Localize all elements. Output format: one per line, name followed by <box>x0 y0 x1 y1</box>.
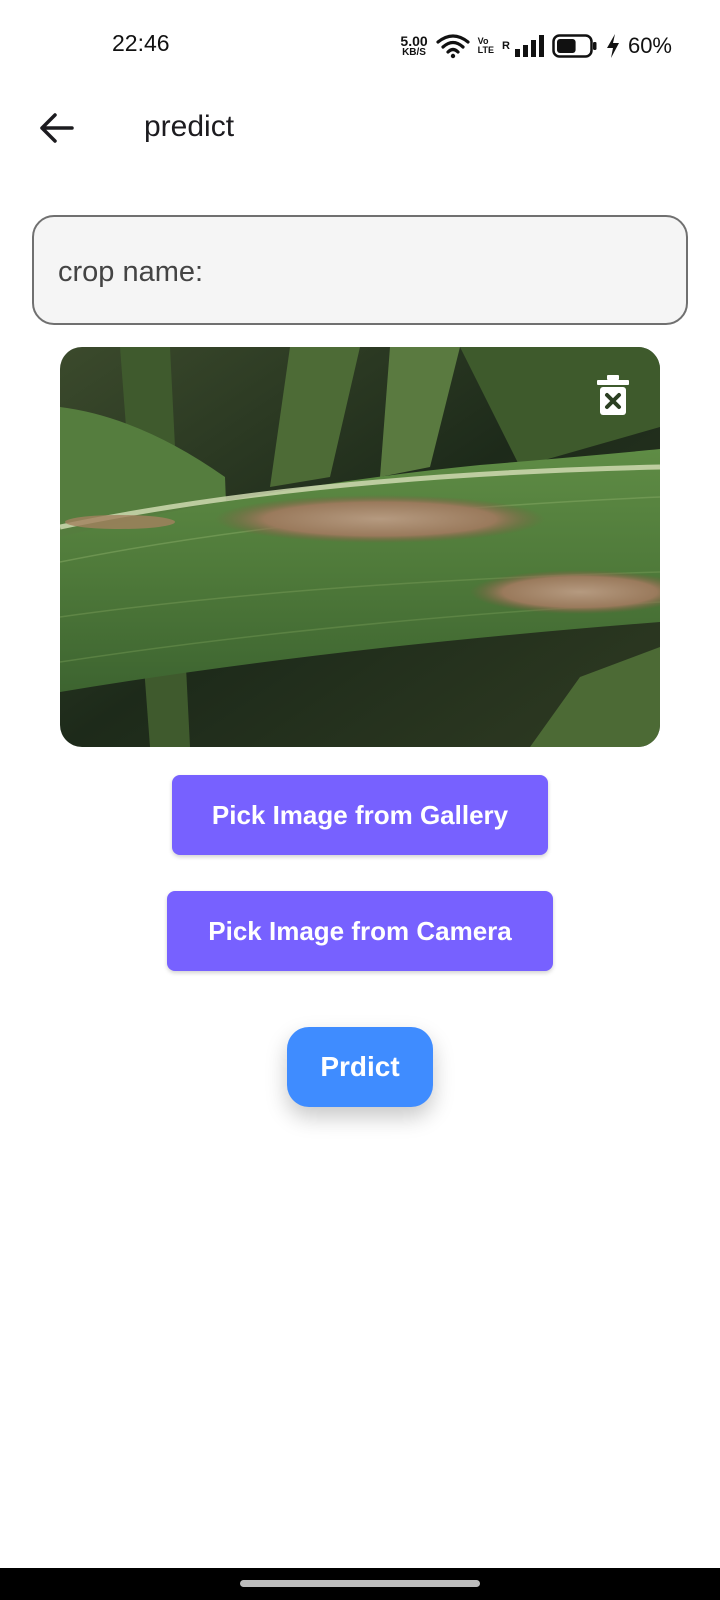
predict-button[interactable]: Prdict <box>287 1027 433 1107</box>
home-indicator[interactable] <box>240 1580 480 1587</box>
network-speed: 5.00 KB/S <box>400 34 427 58</box>
status-time: 22:46 <box>112 30 170 56</box>
crop-name-field[interactable] <box>32 215 688 325</box>
status-bar: 22:46 5.00 KB/S Vo LTE R 60% <box>0 0 720 90</box>
leaf-image-preview <box>60 347 660 747</box>
roaming-indicator: R <box>502 40 510 52</box>
crop-name-input[interactable] <box>56 251 660 293</box>
status-icons: 5.00 KB/S Vo LTE R 60% <box>400 30 672 62</box>
app-bar: predict <box>0 90 720 166</box>
back-button[interactable] <box>28 104 84 152</box>
page-title: predict <box>144 110 235 143</box>
leaf-image <box>60 347 660 747</box>
volte-indicator: Vo LTE <box>478 37 494 55</box>
battery-icon <box>552 34 597 58</box>
arrow-left-icon <box>40 113 74 143</box>
volte-bottom: LTE <box>477 45 494 55</box>
network-speed-unit: KB/S <box>402 47 426 58</box>
wifi-icon <box>436 34 470 59</box>
charging-icon <box>606 34 619 58</box>
pick-from-camera-button[interactable]: Pick Image from Camera <box>167 891 553 971</box>
trash-icon[interactable] <box>596 375 630 415</box>
battery-percent: 60% <box>627 33 672 58</box>
signal-icon <box>514 35 544 57</box>
system-nav-bar <box>0 1568 720 1600</box>
network-speed-value: 5.00 <box>400 33 428 49</box>
pick-from-gallery-button[interactable]: Pick Image from Gallery <box>172 775 548 855</box>
